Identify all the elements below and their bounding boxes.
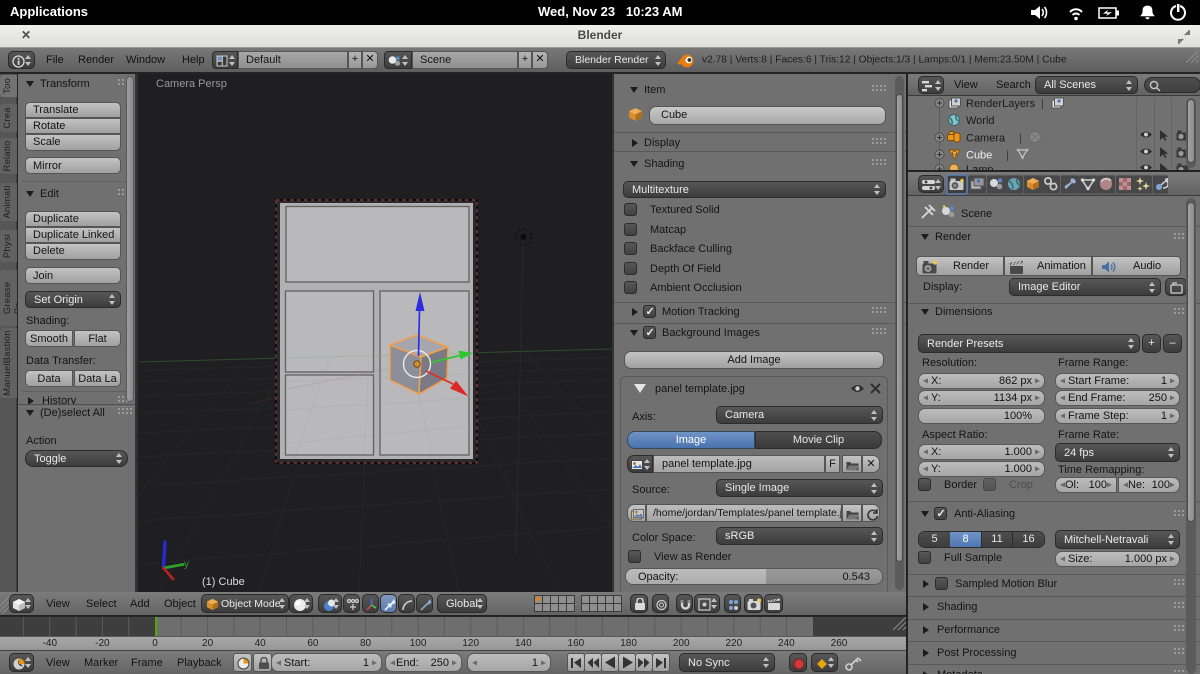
svg-text:(1) Cube: (1) Cube xyxy=(202,576,245,588)
svg-text:Camera: Camera xyxy=(966,133,1006,145)
svg-text:|: | xyxy=(1006,150,1009,162)
svg-text:World: World xyxy=(966,115,995,127)
svg-text:|: | xyxy=(1019,133,1022,145)
svg-text:y: y xyxy=(184,559,189,570)
svg-text:Camera Persp: Camera Persp xyxy=(156,78,227,90)
svg-text:|: | xyxy=(1041,98,1044,110)
svg-text:RenderLayers: RenderLayers xyxy=(966,98,1036,110)
svg-text:Cube: Cube xyxy=(966,150,992,162)
